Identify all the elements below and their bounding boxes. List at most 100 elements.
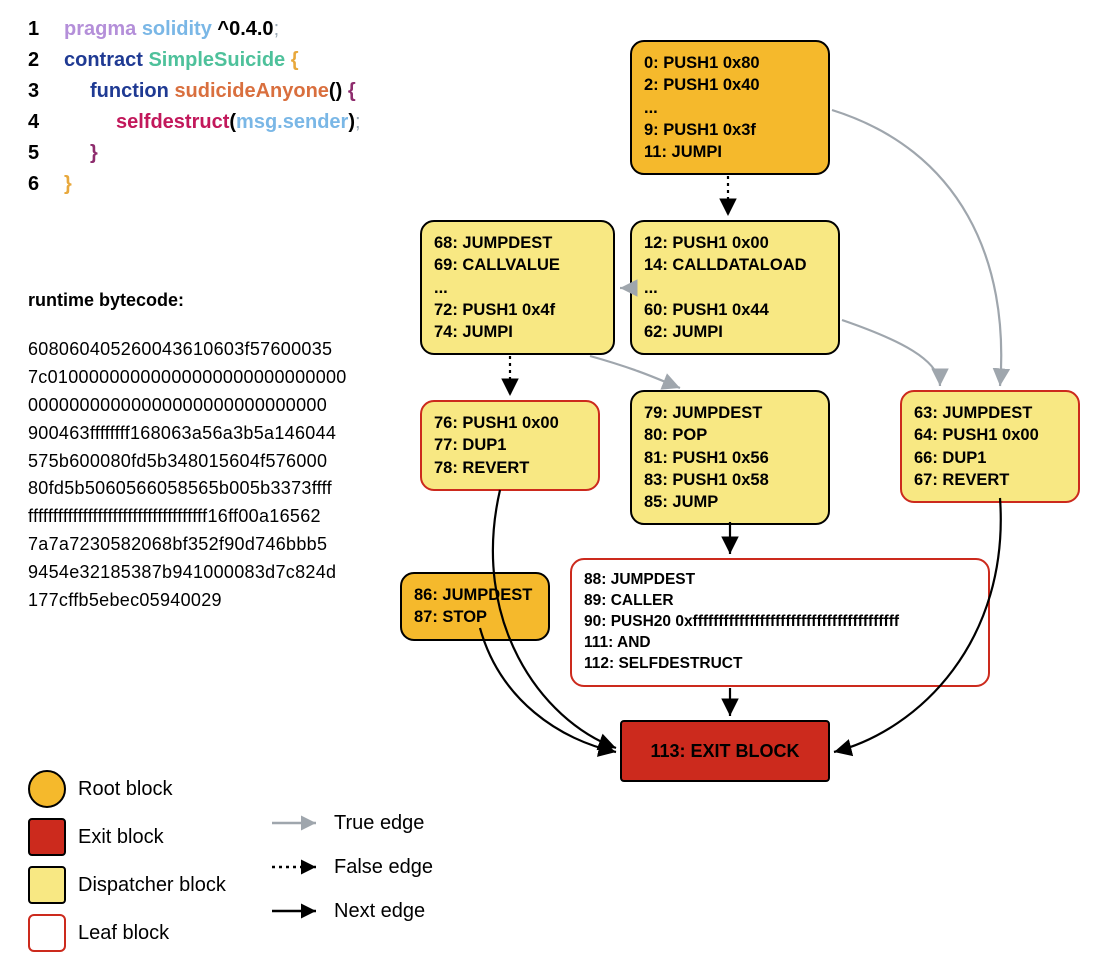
legend-label: False edge (334, 856, 433, 879)
bytecode-line: 575b600080fd5b348015604f576000 (28, 448, 358, 476)
legend-label: Next edge (334, 900, 425, 923)
opcode-row: 72: PUSH1 0x4f (434, 299, 601, 321)
tok-msg: msg.sender (236, 111, 348, 134)
code-line-2: 2 contract SimpleSuicide { (28, 49, 361, 72)
line-number: 2 (28, 49, 64, 72)
legend-label: Exit block (78, 826, 164, 849)
opcode-row: 78: REVERT (434, 457, 586, 479)
cfg-leaf-block-88: 88: JUMPDEST89: CALLER90: PUSH20 0xfffff… (570, 558, 990, 687)
legend-dispatcher: Dispatcher block (28, 866, 226, 904)
opcode-row: 76: PUSH1 0x00 (434, 412, 586, 434)
tok-semi: ; (274, 18, 280, 41)
opcode-row: 79: JUMPDEST (644, 402, 816, 424)
legend-true-edge: True edge (270, 806, 433, 840)
opcode-row: 67: REVERT (914, 469, 1066, 491)
opcode-row: 14: CALLDATALOAD (644, 254, 826, 276)
cfg-leaf-block-63: 63: JUMPDEST64: PUSH1 0x0066: DUP167: RE… (900, 390, 1080, 503)
exit-label: 113: EXIT BLOCK (650, 739, 799, 763)
code-line-6: 6 } (28, 173, 361, 196)
cfg-root-block-86: 86: JUMPDEST87: STOP (400, 572, 550, 641)
opcode-row: 77: DUP1 (434, 434, 586, 456)
bytecode-line: 7c01000000000000000000000000000 (28, 364, 358, 392)
tok-selfdestruct: selfdestruct (116, 111, 229, 134)
bytecode-line: 00000000000000000000000000000 (28, 392, 358, 420)
code-line-4: 4 selfdestruct ( msg.sender ) ; (28, 111, 361, 134)
bytecode-title: runtime bytecode: (28, 290, 184, 311)
tok-brace: { (348, 80, 356, 103)
bytecode-line: 9454e32185387b941000083d7c824d (28, 559, 358, 587)
opcode-row: 80: POP (644, 424, 816, 446)
tok-semi: ; (355, 111, 361, 134)
legend-edges: True edge False edge Next edge (270, 806, 433, 938)
opcode-row: 74: JUMPI (434, 321, 601, 343)
tok-solidity: solidity (142, 18, 212, 41)
legend-label: True edge (334, 812, 424, 835)
code-line-3: 3 function sudicideAnyone () { (28, 80, 361, 103)
bytecode-body: 608060405260043610603f576000357c01000000… (28, 336, 358, 615)
cfg-leaf-block-76: 76: PUSH1 0x0077: DUP178: REVERT (420, 400, 600, 491)
opcode-row: ... (434, 277, 601, 299)
opcode-row: 83: PUSH1 0x58 (644, 469, 816, 491)
tok-brace: } (64, 173, 72, 196)
cfg-dispatcher-block-79: 79: JUMPDEST80: POP81: PUSH1 0x5683: PUS… (630, 390, 830, 525)
line-number: 3 (28, 80, 64, 103)
cfg-root-block: 0: PUSH1 0x802: PUSH1 0x40...9: PUSH1 0x… (630, 40, 830, 175)
opcode-row: 64: PUSH1 0x00 (914, 424, 1066, 446)
tok-fn: sudicideAnyone (174, 80, 328, 103)
code-line-5: 5 } (28, 142, 361, 165)
leaf-swatch-icon (28, 914, 66, 952)
legend-label: Dispatcher block (78, 874, 226, 897)
opcode-row: 85: JUMP (644, 491, 816, 513)
opcode-row: ... (644, 97, 816, 119)
opcode-row: 12: PUSH1 0x00 (644, 232, 826, 254)
exit-swatch-icon (28, 818, 66, 856)
opcode-row: 87: STOP (414, 606, 536, 628)
dispatcher-swatch-icon (28, 866, 66, 904)
opcode-row: ... (644, 277, 826, 299)
line-number: 4 (28, 111, 64, 134)
tok-paren: ( (229, 111, 236, 134)
tok-name: SimpleSuicide (148, 49, 285, 72)
opcode-row: 112: SELFDESTRUCT (584, 654, 976, 675)
legend-label: Root block (78, 778, 173, 801)
legend-false-edge: False edge (270, 850, 433, 884)
tok-paren: () (329, 80, 342, 103)
legend-leaf: Leaf block (28, 914, 226, 952)
opcode-row: 90: PUSH20 0xfffffffffffffffffffffffffff… (584, 612, 976, 633)
edge-true (842, 320, 940, 386)
opcode-row: 62: JUMPI (644, 321, 826, 343)
legend-exit: Exit block (28, 818, 226, 856)
opcode-row: 89: CALLER (584, 591, 976, 612)
bytecode-line: 177cffb5ebec05940029 (28, 587, 358, 615)
opcode-row: 81: PUSH1 0x56 (644, 447, 816, 469)
root-swatch-icon (28, 770, 66, 808)
opcode-row: 63: JUMPDEST (914, 402, 1066, 424)
opcode-row: 86: JUMPDEST (414, 584, 536, 606)
opcode-row: 68: JUMPDEST (434, 232, 601, 254)
tok-pragma: pragma (64, 18, 136, 41)
bytecode-line: 900463ffffffff168063a56a3b5a146044 (28, 420, 358, 448)
tok-version: ^0.4.0 (217, 18, 273, 41)
opcode-row: 111: AND (584, 633, 976, 654)
edge-true (832, 110, 1001, 386)
bytecode-line: 80fd5b5060566058565b005b3373ffff (28, 475, 358, 503)
legend-label: Leaf block (78, 922, 169, 945)
tok-brace: { (291, 49, 299, 72)
opcode-row: 69: CALLVALUE (434, 254, 601, 276)
line-number: 1 (28, 18, 64, 41)
opcode-row: 9: PUSH1 0x3f (644, 119, 816, 141)
cfg-dispatcher-block-12: 12: PUSH1 0x0014: CALLDATALOAD...60: PUS… (630, 220, 840, 355)
bytecode-line: 7a7a7230582068bf352f90d746bbb5 (28, 531, 358, 559)
opcode-row: 60: PUSH1 0x44 (644, 299, 826, 321)
tok-brace: } (90, 142, 98, 165)
bytecode-line: ffffffffffffffffffffffffffffffffffff16ff… (28, 503, 358, 531)
tok-function: function (90, 80, 169, 103)
legend: Root block Exit block Dispatcher block L… (28, 770, 226, 962)
edge-true (590, 356, 680, 388)
code-line-1: 1 pragma solidity ^0.4.0 ; (28, 18, 361, 41)
tok-contract: contract (64, 49, 143, 72)
opcode-row: 66: DUP1 (914, 447, 1066, 469)
legend-root: Root block (28, 770, 226, 808)
cfg-dispatcher-block-68: 68: JUMPDEST69: CALLVALUE...72: PUSH1 0x… (420, 220, 615, 355)
source-code: 1 pragma solidity ^0.4.0 ; 2 contract Si… (28, 18, 361, 204)
